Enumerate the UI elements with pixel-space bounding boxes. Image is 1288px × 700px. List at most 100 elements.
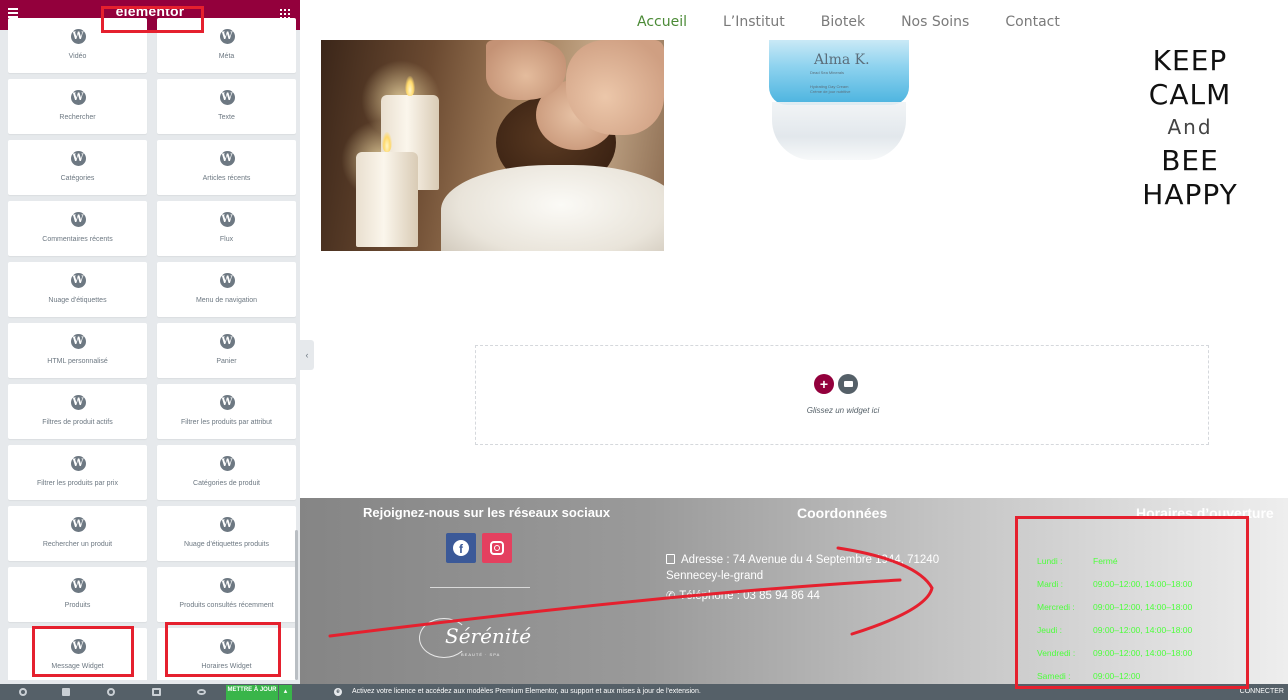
widget-label: Filtrer les produits par prix [37,480,118,487]
update-button[interactable]: METTRE À JOUR [226,685,278,700]
widget-tile[interactable]: W Articles récents [157,140,296,195]
wordpress-icon: W [70,151,86,166]
widget-tile[interactable]: W Nuage d'étiquettes produits [157,506,296,561]
widget-tile[interactable]: W Filtres de produit actifs [8,384,147,439]
cream-jar-image: Alma K. Dead Sea Minerals Hydrating Day … [766,40,911,165]
widget-label: Nuage d'étiquettes [48,297,107,304]
hours-row: Vendredi : 09:00–12:00, 14:00–18:00 [1037,642,1237,665]
connect-link[interactable]: CONNECTER [1240,684,1284,700]
widget-tile[interactable]: W Panier [157,323,296,378]
wordpress-icon: W [219,456,235,471]
widget-label: Horaires Widget [201,663,252,670]
wordpress-icon: W [219,578,235,593]
widget-tile[interactable]: W Rechercher [8,79,147,134]
keep-calm-line: CALM [1148,78,1232,111]
social-section-title: Rejoignez-nous sur les réseaux sociaux [363,505,611,520]
main-navigation: Accueil L’Institut Biotek Nos Soins Cont… [637,14,1096,30]
wordpress-icon: W [219,151,235,166]
keep-calm-line: KEEP [1152,44,1228,77]
collapse-panel-chevron-icon[interactable]: ‹ [300,340,314,370]
widget-tile[interactable]: W Rechercher un produit [8,506,147,561]
hours-row: Mercredi : 09:00–12:00, 14:00–18:00 [1037,596,1237,619]
hours-day: Jeudi : [1037,625,1063,635]
widget-tile[interactable]: W Méta [157,18,296,73]
widget-label: Panier [216,358,237,365]
widget-list: W Vidéo W Méta W Rechercher W Texte W Catégories W… [8,18,296,680]
nav-item-contact[interactable]: Contact [1005,14,1059,30]
wordpress-icon: W [219,212,235,227]
navigator-icon[interactable] [62,688,70,696]
settings-icon[interactable] [19,688,27,696]
template-library-folder-icon[interactable] [838,374,858,394]
widget-label: Produits consultés récemment [179,602,274,609]
wordpress-icon: W [219,334,235,349]
wordpress-icon: W [219,273,235,288]
wordpress-icon: W [70,334,86,349]
widget-label: Articles récents [202,175,251,182]
widget-tile[interactable]: W Commentaires récents [8,201,147,256]
hours-value: 09:00–12:00, 14:00–18:00 [1093,648,1193,658]
widget-label: Catégories de produit [193,480,260,487]
contact-section-title: Coordonnées [797,505,888,521]
elementor-logo: elementor [115,3,185,19]
widget-tile[interactable]: W Produits consultés récemment [157,567,296,622]
widget-tile[interactable]: W Produits [8,567,147,622]
widget-label: Produits [64,602,91,609]
phone-line: ✆ Téléphone : 03 85 94 86 44 [666,590,820,602]
widget-tile[interactable]: W Message Widget [8,628,147,680]
phone-icon: ✆ [666,590,676,602]
preview-eye-icon[interactable] [197,689,206,695]
widget-label: Filtres de produit actifs [42,419,113,426]
widget-tile[interactable]: W Catégories de produit [157,445,296,500]
add-section-plus-icon[interactable]: + [814,374,834,394]
widget-tile[interactable]: W Flux [157,201,296,256]
widget-tile[interactable]: W Filtrer les produits par prix [8,445,147,500]
widget-label: Flux [219,236,234,243]
keep-calm-line: HAPPY [1142,178,1238,211]
hours-day: Lundi : [1037,556,1063,566]
widget-label: HTML personnalisé [47,358,108,365]
widget-label: Nuage d'étiquettes produits [183,541,269,548]
history-icon[interactable] [107,688,115,696]
opening-hours-list: Lundi : Fermé Mardi : 09:00–12:00, 14:00–18… [1037,550,1237,688]
wordpress-icon: W [70,273,86,288]
widget-tile[interactable]: W HTML personnalisé [8,323,147,378]
widget-tile[interactable]: W Texte [157,79,296,134]
wordpress-icon: W [70,90,86,105]
wordpress-icon: W [219,29,235,44]
panel-scrollbar[interactable] [295,530,298,680]
widget-drop-zone[interactable]: + Glissez un widget ici [475,345,1209,445]
widget-tile[interactable]: W Nuage d'étiquettes [8,262,147,317]
widget-tile[interactable]: W Menu de navigation [157,262,296,317]
widget-tile[interactable]: W Catégories [8,140,147,195]
update-options-caret-icon[interactable]: ▴ [279,685,292,700]
wordpress-icon: W [70,29,86,44]
wordpress-icon: W [70,578,86,593]
elementor-panel: elementor W Vidéo W Méta W Rechercher W Texte W C… [0,0,300,700]
wordpress-icon: W [70,395,86,410]
hours-day: Mercredi : [1037,602,1075,612]
widget-label: Texte [218,114,235,121]
keep-calm-line: BEE [1161,144,1219,177]
widget-tile[interactable]: W Vidéo [8,18,147,73]
nav-item-biotek[interactable]: Biotek [821,14,865,30]
address-line: Adresse : 74 Avenue du 4 Septembre 1944,… [666,554,940,582]
instagram-button[interactable] [482,533,512,563]
license-notice-text: Activez votre licence et accédez aux mod… [352,688,701,695]
widget-tile[interactable]: W Horaires Widget [157,628,296,680]
keep-calm-line: And [1167,115,1213,139]
facebook-button[interactable]: f [446,533,476,563]
nav-item-institut[interactable]: L’Institut [723,14,785,30]
widget-label: Filtrer les produits par attribut [180,419,273,426]
responsive-mode-icon[interactable] [152,688,161,696]
nav-item-soins[interactable]: Nos Soins [901,14,969,30]
nav-item-accueil[interactable]: Accueil [637,14,687,30]
hours-day: Mardi : [1037,579,1063,589]
widget-label: Rechercher [59,114,96,121]
widget-tile[interactable]: W Filtrer les produits par attribut [157,384,296,439]
hours-value: 09:00–12:00, 14:00–18:00 [1093,602,1193,612]
site-footer: Rejoignez-nous sur les réseaux sociaux C… [300,498,1288,684]
hours-row: Jeudi : 09:00–12:00, 14:00–18:00 [1037,619,1237,642]
serenite-logo: Sérénité BEAUTÉ · SPA [415,616,535,666]
hours-day: Vendredi : [1037,648,1076,658]
